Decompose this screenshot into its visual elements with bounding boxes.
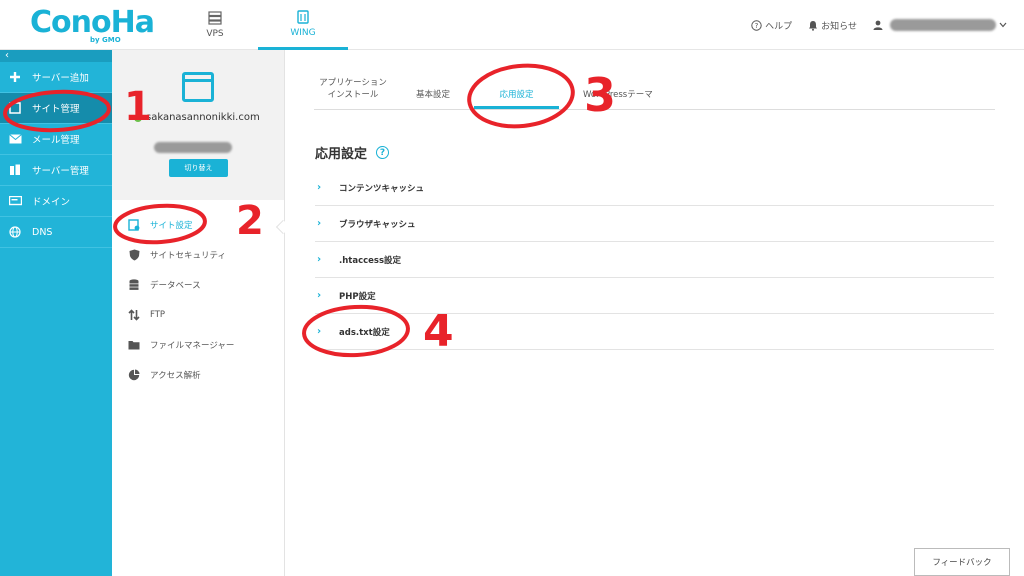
subnav-label: データベース	[150, 281, 201, 291]
folder-icon	[128, 339, 140, 351]
server-icon	[208, 11, 222, 25]
pie-chart-icon	[128, 369, 140, 381]
notice-label: お知らせ	[821, 21, 857, 32]
chevron-right-icon: ›	[317, 182, 322, 193]
main-sidebar: ‹ サーバー追加 サイト管理 メール管理 サーバー管理 ドメイン DNS	[0, 50, 112, 576]
chevron-right-icon: ›	[317, 290, 322, 301]
bell-icon	[809, 20, 818, 31]
conoha-logo[interactable]: ConoHa by GMO	[30, 5, 155, 45]
logo-sub: by GMO	[90, 36, 121, 44]
annotation-number-2: 2	[236, 198, 264, 244]
sidebar-item-label: サーバー追加	[32, 73, 89, 84]
chevron-right-icon: ›	[317, 254, 322, 265]
accordion-label: ads.txt設定	[339, 327, 390, 338]
accordion-label: PHP設定	[339, 291, 376, 302]
help-label: ヘルプ	[765, 21, 793, 32]
chevron-down-icon	[999, 22, 1007, 28]
sidebar-item-label: DNS	[32, 226, 53, 238]
subnav-label: アクセス解析	[150, 371, 201, 381]
subnav-ftp[interactable]: FTP	[112, 300, 284, 330]
subnav-label: ファイルマネージャー	[150, 341, 235, 351]
top-nav-vps[interactable]: VPS	[172, 0, 258, 50]
subnav-access-analysis[interactable]: アクセス解析	[112, 360, 284, 390]
database-icon	[128, 279, 140, 291]
logo-text: ConoHa	[30, 5, 155, 40]
building-icon	[297, 9, 309, 24]
settings-tabs: アプリケーション インストール 基本設定 応用設定 WordPressテーマ	[314, 74, 995, 110]
subnav-site-security[interactable]: サイトセキュリティ	[112, 240, 284, 270]
top-nav-wing-label: WING	[290, 27, 316, 38]
feedback-button[interactable]: フィードバック	[914, 548, 1010, 576]
notice-link[interactable]: お知らせ	[808, 19, 857, 32]
sidebar-item-dns[interactable]: DNS	[0, 217, 112, 248]
help-circle-icon: ?	[751, 19, 762, 31]
tab-advanced-settings[interactable]: 応用設定	[474, 89, 560, 109]
annotation-number-1: 1	[124, 84, 152, 130]
settings-accordion: › コンテンツキャッシュ › ブラウザキャッシュ › .htaccess設定 ›…	[315, 170, 994, 350]
help-icon[interactable]: ?	[376, 146, 390, 159]
app-root: ConoHa by GMO VPS WING ? ヘルプ お知らせ ‹ サーバー…	[0, 0, 1024, 576]
chevron-right-icon: ›	[317, 326, 322, 337]
sidebar-item-label: メール管理	[32, 135, 80, 146]
accordion-php[interactable]: › PHP設定	[315, 278, 994, 314]
accordion-label: .htaccess設定	[339, 255, 402, 266]
tab-basic-settings[interactable]: 基本設定	[416, 89, 450, 109]
annotation-number-4: 4	[423, 306, 454, 357]
site-settings-icon	[128, 219, 140, 231]
subnav-file-manager[interactable]: ファイルマネージャー	[112, 330, 284, 360]
accordion-label: ブラウザキャッシュ	[339, 219, 416, 230]
accordion-content-cache[interactable]: › コンテンツキャッシュ	[315, 170, 994, 206]
sidebar-item-label: ドメイン	[32, 197, 71, 208]
sidebar-item-site-manage[interactable]: サイト管理	[0, 93, 112, 124]
accordion-label: コンテンツキャッシュ	[339, 183, 425, 194]
chevron-right-icon: ›	[317, 218, 322, 229]
user-icon	[873, 20, 883, 30]
sidebar-collapse-button[interactable]: ‹	[0, 50, 112, 62]
subnav-label: サイトセキュリティ	[150, 251, 226, 261]
top-nav: VPS WING	[172, 0, 348, 50]
subnav-label: サイト設定	[150, 221, 193, 231]
sidebar-item-mail[interactable]: メール管理	[0, 124, 112, 155]
shield-icon	[128, 249, 140, 261]
sidebar-item-label: サイト管理	[32, 104, 80, 115]
switch-site-button[interactable]: 切り替え	[169, 159, 228, 177]
server-manage-icon	[8, 163, 22, 177]
page-title-label: 応用設定	[315, 147, 368, 162]
site-domain: sakanasannonikki.com	[134, 112, 260, 123]
main-content: アプリケーション インストール 基本設定 応用設定 WordPressテーマ 応…	[285, 50, 1024, 576]
accordion-ads-txt[interactable]: › ads.txt設定	[315, 314, 994, 350]
account-menu[interactable]	[873, 19, 1010, 31]
top-nav-wing[interactable]: WING	[258, 0, 348, 50]
top-header: ConoHa by GMO VPS WING ? ヘルプ お知らせ	[0, 0, 1024, 50]
domain-icon	[8, 194, 22, 208]
accordion-browser-cache[interactable]: › ブラウザキャッシュ	[315, 206, 994, 242]
account-name-redacted	[890, 19, 996, 31]
site-domain-label: sakanasannonikki.com	[146, 112, 260, 123]
annotation-number-3: 3	[584, 68, 617, 122]
svg-text:?: ?	[755, 22, 759, 30]
top-nav-vps-label: VPS	[206, 29, 224, 39]
tab-app-install[interactable]: アプリケーション インストール	[314, 77, 392, 109]
page-title: 応用設定 ?	[315, 143, 390, 162]
globe-icon	[8, 225, 22, 239]
subnav-database[interactable]: データベース	[112, 270, 284, 300]
site-icon	[8, 101, 22, 115]
subnav-label: FTP	[150, 310, 166, 320]
sidebar-item-server-manage[interactable]: サーバー管理	[0, 155, 112, 186]
browser-window-icon	[182, 72, 214, 102]
sidebar-item-domain[interactable]: ドメイン	[0, 186, 112, 217]
sidebar-item-add-server[interactable]: サーバー追加	[0, 62, 112, 93]
help-link[interactable]: ? ヘルプ	[751, 19, 792, 32]
transfer-icon	[128, 309, 140, 321]
sidebar-item-label: サーバー管理	[32, 166, 89, 177]
plus-icon	[8, 70, 22, 84]
accordion-htaccess[interactable]: › .htaccess設定	[315, 242, 994, 278]
mail-icon	[8, 132, 22, 146]
header-right: ? ヘルプ お知らせ	[735, 0, 1010, 50]
redacted-info	[154, 142, 232, 153]
